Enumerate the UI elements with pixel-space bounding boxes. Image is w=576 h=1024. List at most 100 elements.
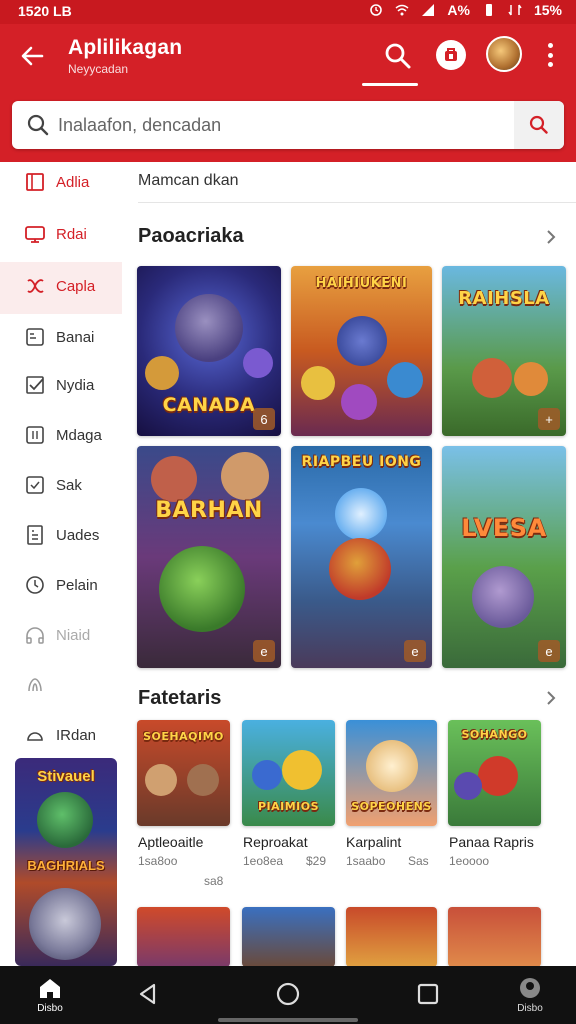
search-input[interactable] [58, 109, 508, 141]
chevron-right-icon[interactable] [542, 228, 560, 246]
sidebar-item-label: Capla [56, 277, 96, 295]
image-icon [26, 328, 44, 346]
back-arrow-icon[interactable] [18, 42, 46, 70]
sidebar-item-niaid[interactable]: Niaid [0, 615, 122, 655]
app-tile-title: SOEHAQIMO [143, 730, 224, 743]
home-icon [40, 979, 60, 998]
status-time: 1520 LB [18, 3, 72, 19]
game-card[interactable]: CANADA 6 [137, 266, 281, 436]
sidebar-item-banai[interactable]: Banai [0, 317, 122, 357]
game-card[interactable]: BARHAN e [137, 446, 281, 668]
doc-icon [27, 525, 43, 545]
avatar[interactable] [486, 36, 522, 72]
search-band [0, 88, 576, 162]
app-title: Aplilikagan [68, 36, 183, 59]
recents-icon[interactable] [414, 980, 442, 1008]
card-badge: e [404, 640, 426, 662]
profile-icon [520, 978, 540, 998]
app-tile-title: PIAIMIOS [257, 800, 320, 813]
game-card[interactable]: LVESA e [442, 446, 566, 668]
card-badge: e [253, 640, 275, 662]
app-name: Panaa Rapris [449, 834, 534, 850]
card-character [514, 362, 548, 396]
sidebar-item-star[interactable] [0, 665, 122, 705]
card-character [329, 538, 391, 600]
game-card[interactable]: RIAPBEU IONG e [291, 446, 432, 668]
app-tile[interactable]: SOHANGO [448, 720, 541, 826]
puzzle-icon [27, 279, 44, 293]
section-title-featured: Paoacriaka [138, 225, 244, 247]
sidebar-item-nydia[interactable]: Nydia [0, 365, 122, 405]
back-icon[interactable] [134, 980, 162, 1008]
card-character [175, 294, 243, 362]
sidebar-item-mdaga[interactable]: Mdaga [0, 415, 122, 455]
gesture-handle [218, 1018, 358, 1022]
app-tile[interactable]: PIAIMIOS [242, 720, 335, 826]
sidebar-item-label: Rdai [56, 225, 87, 243]
app-price: $29 [306, 854, 327, 868]
card-character [187, 764, 219, 796]
sidebar-item-label: Mdaga [56, 426, 102, 444]
more-vert-icon[interactable] [540, 40, 560, 70]
promo-card[interactable]: Stivauel BAGHRIALS [15, 758, 117, 966]
checkbox-icon [26, 376, 44, 394]
card-character [151, 456, 197, 502]
card-character [366, 740, 418, 792]
section-title-apps: Fatetaris [138, 687, 222, 709]
promo-creature [29, 888, 101, 960]
card-character [335, 488, 387, 540]
app-meta: 1eoooo [449, 854, 490, 868]
game-card[interactable]: HAIHIUKENI [291, 266, 432, 436]
book-icon [26, 426, 44, 444]
app-meta: 1sa8oo [138, 854, 178, 868]
sidebar-item-label: Adlia [56, 173, 90, 191]
sidebar-item-label: Niaid [56, 626, 91, 644]
chevron-right-icon[interactable] [542, 689, 560, 707]
app-price: sa8 [204, 874, 224, 888]
app-tile[interactable] [346, 907, 437, 967]
alarm-icon [370, 4, 383, 16]
app-subtitle: Neyycadan [68, 62, 129, 76]
app-tile[interactable]: SOPEOHENS [346, 720, 437, 826]
nav-home-tab[interactable]: Disbo [30, 976, 70, 1018]
search-field-icon [27, 114, 49, 136]
app-meta: 1saabo [346, 854, 386, 868]
store-button[interactable] [436, 40, 466, 70]
sidebar-item-label: Pelain [56, 576, 98, 594]
app-tile-title: SOPEOHENS [351, 800, 432, 813]
app-name: Aptleoaitle [138, 834, 204, 850]
nav-right-tab[interactable]: Disbo [510, 976, 550, 1018]
app-tile[interactable] [448, 907, 541, 967]
card-character [145, 764, 177, 796]
sidebar-item-label: Uades [56, 526, 100, 544]
circle-icon [27, 732, 43, 741]
sidebar-item-label: Banai [56, 328, 95, 346]
wifi-icon [395, 4, 409, 16]
game-card[interactable]: RAIHSLA + [442, 266, 566, 436]
sidebar-item-label: Nydia [56, 376, 95, 394]
app-tile[interactable]: SOEHAQIMO [137, 720, 230, 826]
sidebar-item-pelain[interactable]: Pelain [0, 565, 122, 605]
sidebar-item-rdai[interactable]: Rdai [0, 214, 122, 254]
store-icon [445, 48, 457, 61]
sidebar-item-sak[interactable]: Sak [0, 465, 122, 505]
card-character [145, 356, 179, 390]
nav-home-label: Disbo [37, 1003, 63, 1014]
data-icon [508, 4, 522, 16]
card-title: BARHAN [155, 498, 263, 523]
sidebar-item-adlia[interactable]: Adlia [0, 162, 122, 202]
sidebar-item-capla[interactable]: Capla [0, 266, 122, 306]
home-circle-icon[interactable] [274, 980, 302, 1008]
promo-subtitle: BAGHRIALS [27, 858, 105, 873]
card-character [301, 366, 335, 400]
search-submit-button[interactable] [514, 101, 564, 149]
card-character [454, 772, 482, 800]
nav-right-label: Disbo [517, 1003, 543, 1014]
sidebar-item-uades[interactable]: Uades [0, 515, 122, 555]
search-box [12, 101, 564, 149]
sidebar-item-irdan[interactable]: IRdan [0, 715, 122, 755]
search-icon[interactable] [382, 40, 414, 72]
app-tile[interactable] [242, 907, 335, 967]
app-tile[interactable] [137, 907, 230, 967]
card-character [252, 760, 282, 790]
